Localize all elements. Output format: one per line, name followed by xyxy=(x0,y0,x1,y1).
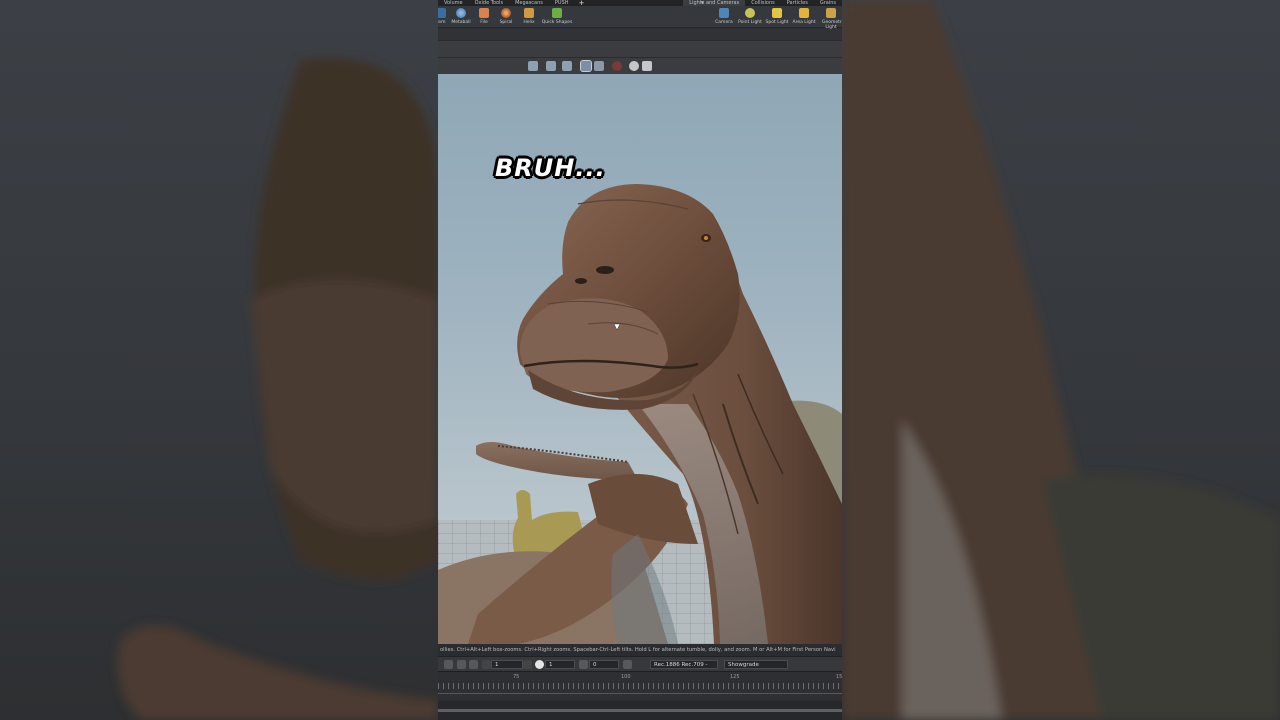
settings-icon[interactable] xyxy=(642,61,652,71)
timeline-tick-label: 15 xyxy=(836,674,842,680)
tool-point-light[interactable]: Point Light xyxy=(735,7,765,25)
file-icon xyxy=(479,8,489,18)
helix-icon xyxy=(524,8,534,18)
pose-tool-icon[interactable] xyxy=(546,61,556,71)
timeline-tick-label: 75 xyxy=(513,674,520,680)
point-light-icon xyxy=(745,8,755,18)
spot-light-icon xyxy=(772,8,782,18)
frame-step-field[interactable]: 1 xyxy=(491,660,523,669)
scene-viewport[interactable]: BRUH... xyxy=(438,74,842,644)
snapshot-icon[interactable] xyxy=(629,61,639,71)
record-icon[interactable] xyxy=(612,61,622,71)
gamma-icon[interactable] xyxy=(579,660,588,669)
tool-quick-shapes[interactable]: Quick Shapes xyxy=(542,7,572,25)
tool-spot-light[interactable]: Spot Light xyxy=(762,7,792,25)
lut-icon[interactable] xyxy=(623,660,632,669)
exposure-icon[interactable] xyxy=(535,660,544,669)
tool-area-light[interactable]: Area Light xyxy=(789,7,819,25)
timeline-tick-label: 100 xyxy=(621,674,631,680)
area-light-icon xyxy=(799,8,809,18)
geometry-light-icon xyxy=(826,8,836,18)
gamma-field[interactable]: 0 xyxy=(589,660,619,669)
blurred-dino-left xyxy=(117,57,438,720)
timeline-tick-label: 125 xyxy=(730,674,740,680)
spiral-icon xyxy=(501,8,511,18)
viewport-playbar: 1 1 0 Rec.1886 Rec.709 - Showgrade xyxy=(438,656,842,671)
tool-helix[interactable]: Helix xyxy=(514,7,544,25)
render-region-icon[interactable] xyxy=(594,61,604,71)
exposure-field[interactable]: 1 xyxy=(545,660,575,669)
shelf-toolbar: tem Metaball File Spiral Helix Quick Sha… xyxy=(438,6,842,30)
blurred-dino-right xyxy=(842,0,1280,720)
camera-icon xyxy=(719,8,729,18)
colorspace-select[interactable]: Rec.1886 Rec.709 - xyxy=(650,660,718,669)
viewport-toolbar xyxy=(438,58,842,74)
timeline[interactable]: 75 100 125 15 xyxy=(438,671,842,701)
metaball-icon xyxy=(456,8,466,18)
view-tool-icon[interactable] xyxy=(580,60,592,72)
minus-icon[interactable] xyxy=(482,660,491,669)
quick-shapes-icon xyxy=(552,8,562,18)
viewport-status-bar: ollies. Ctrl+Alt+Left box-zooms. Ctrl+Ri… xyxy=(438,644,842,656)
meme-caption: BRUH... xyxy=(495,154,606,182)
timeline-track xyxy=(438,693,842,694)
blurred-background-left xyxy=(0,0,438,720)
tool-geometry-light[interactable]: Geometry Light xyxy=(820,7,842,30)
plus-icon[interactable] xyxy=(523,660,532,669)
partial-icon xyxy=(438,8,446,18)
blurred-background-right xyxy=(842,0,1280,720)
timeline-ticks xyxy=(438,683,842,689)
handle-tool-icon[interactable] xyxy=(562,61,572,71)
snap-icon[interactable] xyxy=(457,660,466,669)
houdini-window: Volume Oxide Tools Megascans PUSH + ▾ Li… xyxy=(438,0,842,720)
select-tool-icon[interactable] xyxy=(528,61,538,71)
sun-icon[interactable] xyxy=(469,660,478,669)
pane-header xyxy=(438,40,842,58)
stop-icon[interactable] xyxy=(444,660,453,669)
scrollbar[interactable] xyxy=(438,709,842,712)
view-transform-select[interactable]: Showgrade xyxy=(724,660,788,669)
